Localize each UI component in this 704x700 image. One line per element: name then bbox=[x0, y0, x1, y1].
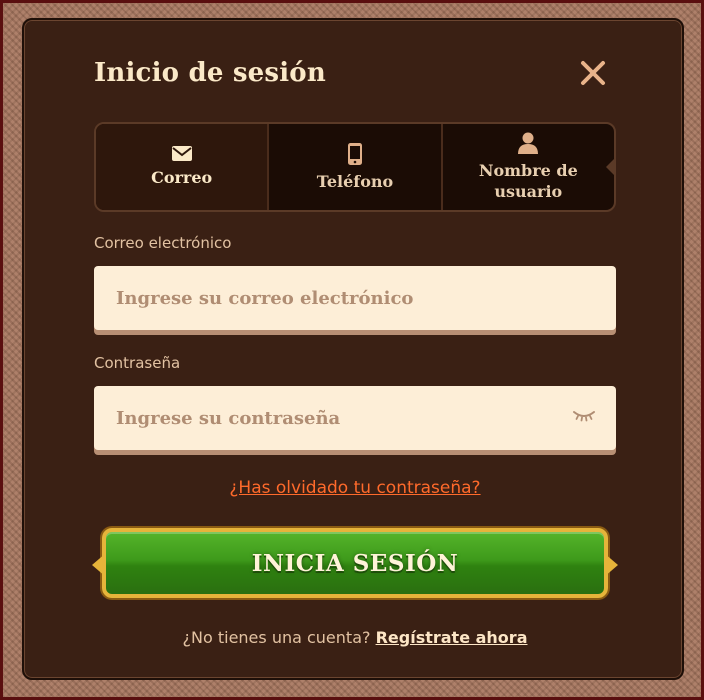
signup-row: ¿No tienes una cuenta? Regístrate ahora bbox=[24, 628, 686, 647]
forgot-password-link[interactable]: ¿Has olvidado tu contraseña? bbox=[24, 478, 686, 498]
login-button-label: INICIA SESIÓN bbox=[251, 549, 459, 577]
button-arrow-right bbox=[604, 553, 618, 577]
login-modal: Inicio de sesión Correo Teléfono Nombre … bbox=[22, 18, 684, 680]
tab-email-label: Correo bbox=[151, 168, 213, 187]
signup-link[interactable]: Regístrate ahora bbox=[376, 628, 528, 647]
password-field-wrap bbox=[94, 386, 616, 450]
tab-phone-label: Teléfono bbox=[316, 171, 394, 191]
email-field-wrap bbox=[94, 266, 616, 330]
modal-title: Inicio de sesión bbox=[94, 58, 326, 88]
login-method-tabs: Correo Teléfono Nombre de usuario bbox=[94, 122, 616, 212]
close-icon bbox=[581, 61, 605, 85]
password-input[interactable] bbox=[94, 386, 616, 450]
tab-phone[interactable]: Teléfono bbox=[269, 124, 443, 210]
tab-username[interactable]: Nombre de usuario bbox=[443, 124, 614, 210]
password-label: Contraseña bbox=[94, 354, 181, 372]
button-arrow-left bbox=[92, 553, 106, 577]
login-button[interactable]: INICIA SESIÓN bbox=[92, 528, 618, 598]
eye-closed-icon bbox=[573, 411, 595, 422]
tab-email[interactable]: Correo bbox=[96, 124, 270, 210]
password-visibility-toggle[interactable] bbox=[572, 408, 596, 428]
tab-username-label: Nombre de usuario bbox=[478, 161, 578, 201]
phone-icon bbox=[347, 142, 362, 165]
signup-prompt: ¿No tienes una cuenta? bbox=[182, 628, 371, 647]
envelope-icon bbox=[171, 146, 192, 161]
close-button[interactable] bbox=[578, 58, 608, 88]
user-icon bbox=[518, 132, 539, 154]
email-input[interactable] bbox=[94, 266, 616, 330]
email-label: Correo electrónico bbox=[94, 234, 232, 252]
